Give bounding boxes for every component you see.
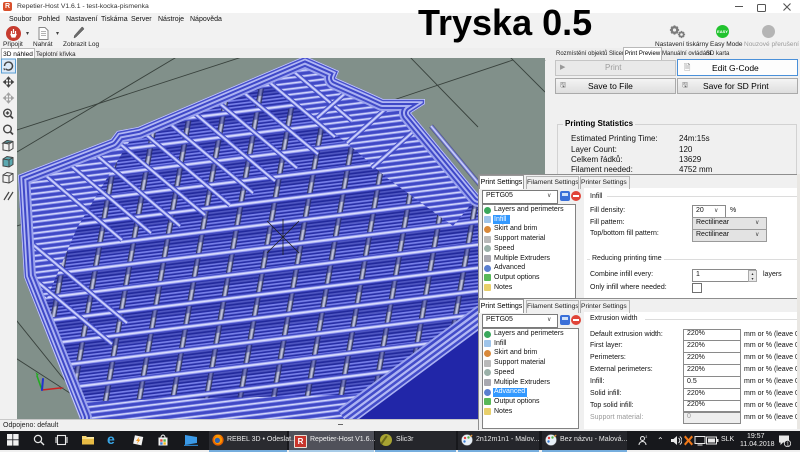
svg-text:²: ² xyxy=(646,435,648,441)
svg-text:1: 1 xyxy=(786,442,789,448)
